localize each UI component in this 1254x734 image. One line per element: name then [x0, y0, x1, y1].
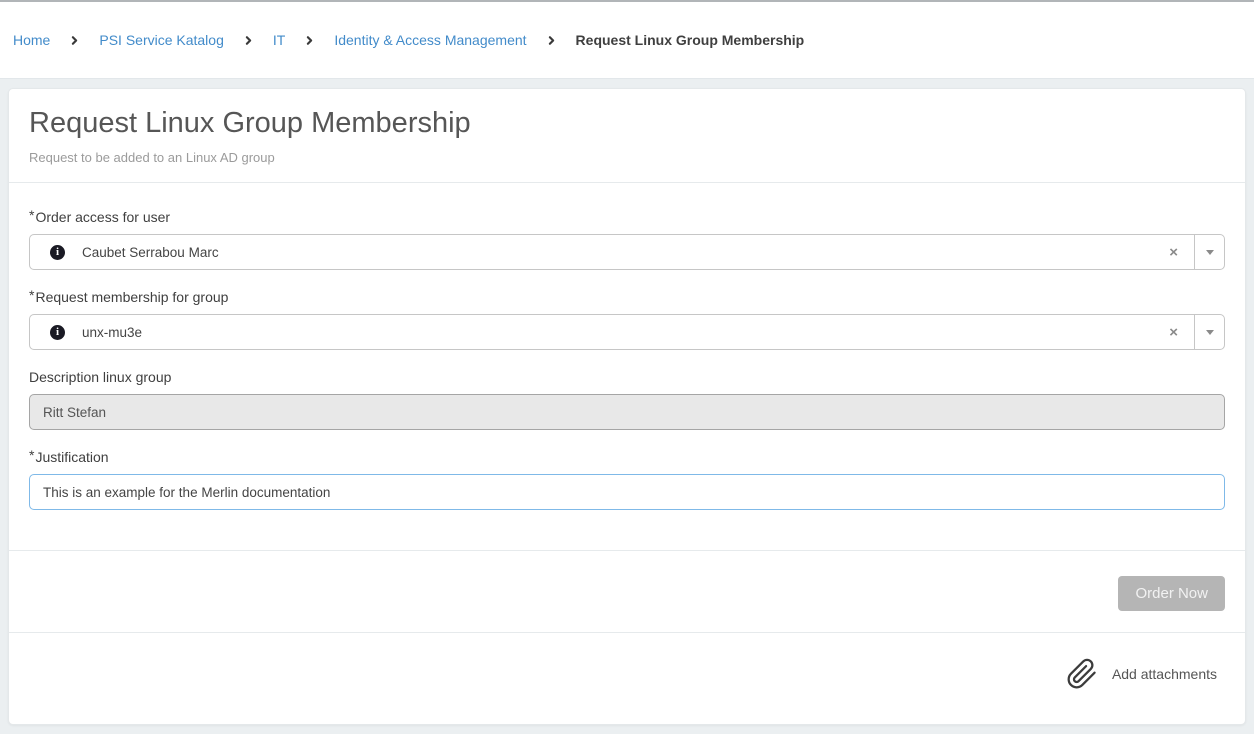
justification-field-label: *Justification [29, 447, 1225, 467]
breadcrumb: Home PSI Service Katalog IT Identity & A… [13, 32, 804, 48]
required-marker: * [29, 285, 34, 305]
page-subtitle: Request to be added to an Linux AD group [29, 149, 1225, 167]
add-attachments-button[interactable]: Add attachments [1066, 656, 1217, 692]
user-selected-value: Caubet Serrabou Marc [82, 245, 219, 260]
page-title: Request Linux Group Membership [29, 106, 1225, 140]
justification-input[interactable] [29, 474, 1225, 510]
user-field-label: *Order access for user [29, 207, 1225, 227]
chevron-right-icon [545, 34, 558, 47]
description-field-label: Description linux group [29, 367, 1225, 387]
chevron-down-icon [1206, 330, 1214, 335]
user-combobox[interactable]: i Caubet Serrabou Marc × [29, 234, 1225, 270]
form-group-justification: *Justification [29, 447, 1225, 510]
form-group-user: *Order access for user i Caubet Serrabou… [29, 207, 1225, 270]
breadcrumb-identity-access-management[interactable]: Identity & Access Management [334, 32, 526, 48]
justification-field-label-text: Justification [35, 449, 108, 465]
group-field-label-text: Request membership for group [35, 289, 228, 305]
attachments-section: Add attachments [9, 632, 1245, 724]
form-group-group: *Request membership for group i unx-mu3e… [29, 287, 1225, 350]
card-header: Request Linux Group Membership Request t… [9, 89, 1245, 183]
group-field-label: *Request membership for group [29, 287, 1225, 307]
breadcrumb-home[interactable]: Home [13, 32, 50, 48]
add-attachments-label: Add attachments [1112, 666, 1217, 682]
form-section: *Order access for user i Caubet Serrabou… [9, 183, 1245, 550]
clear-selection-icon[interactable]: × [1153, 235, 1194, 269]
order-now-button[interactable]: Order Now [1118, 576, 1225, 611]
chevron-right-icon [68, 34, 81, 47]
description-input [29, 394, 1225, 430]
group-selected-value: unx-mu3e [82, 325, 142, 340]
info-icon: i [50, 325, 65, 340]
required-marker: * [29, 445, 34, 465]
dropdown-toggle[interactable] [1194, 315, 1224, 349]
user-combobox-selection: i Caubet Serrabou Marc [30, 235, 1153, 269]
chevron-right-icon [303, 34, 316, 47]
chevron-right-icon [242, 34, 255, 47]
group-combobox[interactable]: i unx-mu3e × [29, 314, 1225, 350]
clear-selection-icon[interactable]: × [1153, 315, 1194, 349]
group-combobox-selection: i unx-mu3e [30, 315, 1153, 349]
description-field-label-text: Description linux group [29, 369, 171, 385]
breadcrumb-current-page: Request Linux Group Membership [576, 32, 805, 48]
request-form-card: Request Linux Group Membership Request t… [8, 88, 1246, 725]
user-field-label-text: Order access for user [35, 209, 170, 225]
chevron-down-icon [1206, 250, 1214, 255]
breadcrumb-it[interactable]: IT [273, 32, 285, 48]
breadcrumb-bar: Home PSI Service Katalog IT Identity & A… [0, 0, 1254, 79]
info-icon: i [50, 245, 65, 260]
paperclip-icon [1066, 656, 1098, 692]
dropdown-toggle[interactable] [1194, 235, 1224, 269]
button-section: Order Now [9, 550, 1245, 632]
form-group-description: Description linux group [29, 367, 1225, 430]
required-marker: * [29, 205, 34, 225]
breadcrumb-psi-service-katalog[interactable]: PSI Service Katalog [99, 32, 224, 48]
